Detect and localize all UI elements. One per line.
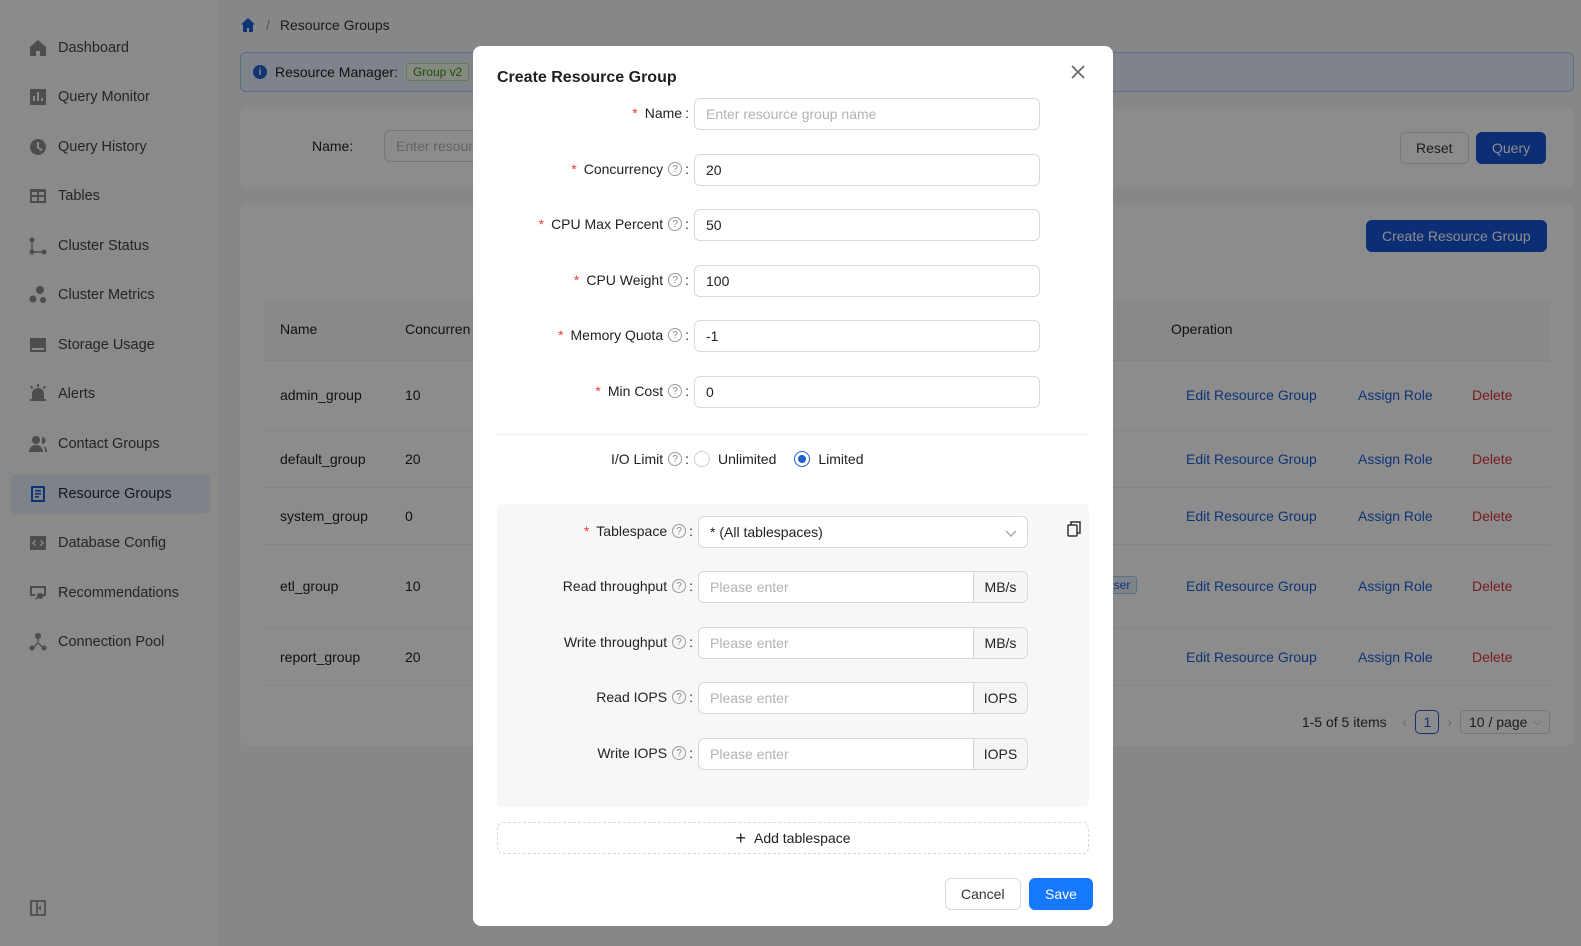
name-form-row: * Name: Enter resource group name — [473, 98, 1113, 130]
concurrency-form-row: * Concurrency?: 20 — [473, 154, 1113, 186]
question-icon: ? — [668, 162, 683, 176]
io-limit-unlimited-radio[interactable]: Unlimited — [694, 451, 776, 467]
modal-title: Create Resource Group — [497, 69, 677, 86]
tablespace-form-row: * Tablespace?: * (All tablespaces) — [497, 516, 1089, 548]
write-throughput-form-row: Write throughput?: Please enter MB/s — [497, 627, 1089, 659]
close-icon[interactable] — [1070, 64, 1090, 84]
min-cost-field-label: * Min Cost?: — [595, 383, 689, 399]
io-limit-form-row: I/O Limit?: Unlimited Limited — [473, 444, 1113, 476]
read-throughput-label: Read throughput?: — [562, 578, 693, 594]
io-limit-limited-radio[interactable]: Limited — [794, 451, 864, 467]
concurrency-field[interactable]: 20 — [694, 154, 1040, 186]
name-field[interactable]: Enter resource group name — [694, 98, 1040, 130]
memory-quota-field[interactable]: -1 — [694, 320, 1040, 352]
read-throughput-form-row: Read throughput?: Please enter MB/s — [497, 571, 1089, 603]
unit-addon: MB/s — [973, 627, 1028, 659]
tablespace-config-box: * Tablespace?: * (All tablespaces) Read t… — [497, 504, 1089, 807]
question-icon: ? — [672, 746, 687, 760]
question-icon: ? — [668, 328, 683, 342]
tablespace-select[interactable]: * (All tablespaces) — [698, 516, 1028, 548]
cpu-max-form-row: * CPU Max Percent?: 50 — [473, 209, 1113, 241]
io-limit-label: I/O Limit?: — [610, 451, 689, 467]
cpu-max-percent-field[interactable]: 50 — [694, 209, 1040, 241]
read-throughput-input[interactable]: Please enter — [698, 571, 973, 603]
question-icon: ? — [672, 579, 687, 593]
concurrency-field-label: * Concurrency?: — [571, 161, 689, 177]
cpu-max-field-label: * CPU Max Percent?: — [538, 216, 689, 232]
cancel-button[interactable]: Cancel — [945, 878, 1021, 910]
write-iops-input[interactable]: Please enter — [698, 738, 973, 770]
create-resource-group-modal: Create Resource Group * Name: Enter resou… — [473, 46, 1113, 926]
name-field-label: * Name: — [632, 105, 689, 121]
min-cost-field[interactable]: 0 — [694, 376, 1040, 408]
plus-icon: + — [735, 828, 746, 848]
copy-icon[interactable] — [1067, 521, 1081, 537]
save-button[interactable]: Save — [1029, 878, 1093, 910]
memory-quota-field-label: * Memory Quota?: — [558, 327, 689, 343]
chevron-down-icon — [1005, 530, 1017, 538]
cpu-weight-field[interactable]: 100 — [694, 265, 1040, 297]
write-throughput-label: Write throughput?: — [563, 634, 693, 650]
unit-addon: IOPS — [973, 682, 1028, 714]
cpu-weight-form-row: * CPU Weight?: 100 — [473, 265, 1113, 297]
tablespace-label: * Tablespace?: — [583, 523, 693, 539]
add-tablespace-label: Add tablespace — [753, 830, 851, 846]
add-tablespace-button[interactable]: + Add tablespace — [497, 822, 1089, 854]
cpu-weight-field-label: * CPU Weight?: — [573, 272, 689, 288]
question-icon: ? — [668, 217, 683, 231]
question-icon: ? — [672, 524, 687, 538]
question-icon: ? — [668, 384, 683, 398]
write-iops-label: Write IOPS?: — [597, 745, 693, 761]
write-throughput-input[interactable]: Please enter — [698, 627, 973, 659]
unit-addon: MB/s — [973, 571, 1028, 603]
write-iops-form-row: Write IOPS?: Please enter IOPS — [497, 738, 1089, 770]
question-icon: ? — [672, 690, 687, 704]
question-icon: ? — [668, 273, 683, 287]
read-iops-input[interactable]: Please enter — [698, 682, 973, 714]
question-icon: ? — [672, 635, 687, 649]
memory-quota-form-row: * Memory Quota?: -1 — [473, 320, 1113, 352]
form-divider — [497, 434, 1089, 435]
read-iops-form-row: Read IOPS?: Please enter IOPS — [497, 682, 1089, 714]
unit-addon: IOPS — [973, 738, 1028, 770]
min-cost-form-row: * Min Cost?: 0 — [473, 376, 1113, 408]
read-iops-label: Read IOPS?: — [596, 689, 693, 705]
question-icon: ? — [668, 452, 683, 466]
